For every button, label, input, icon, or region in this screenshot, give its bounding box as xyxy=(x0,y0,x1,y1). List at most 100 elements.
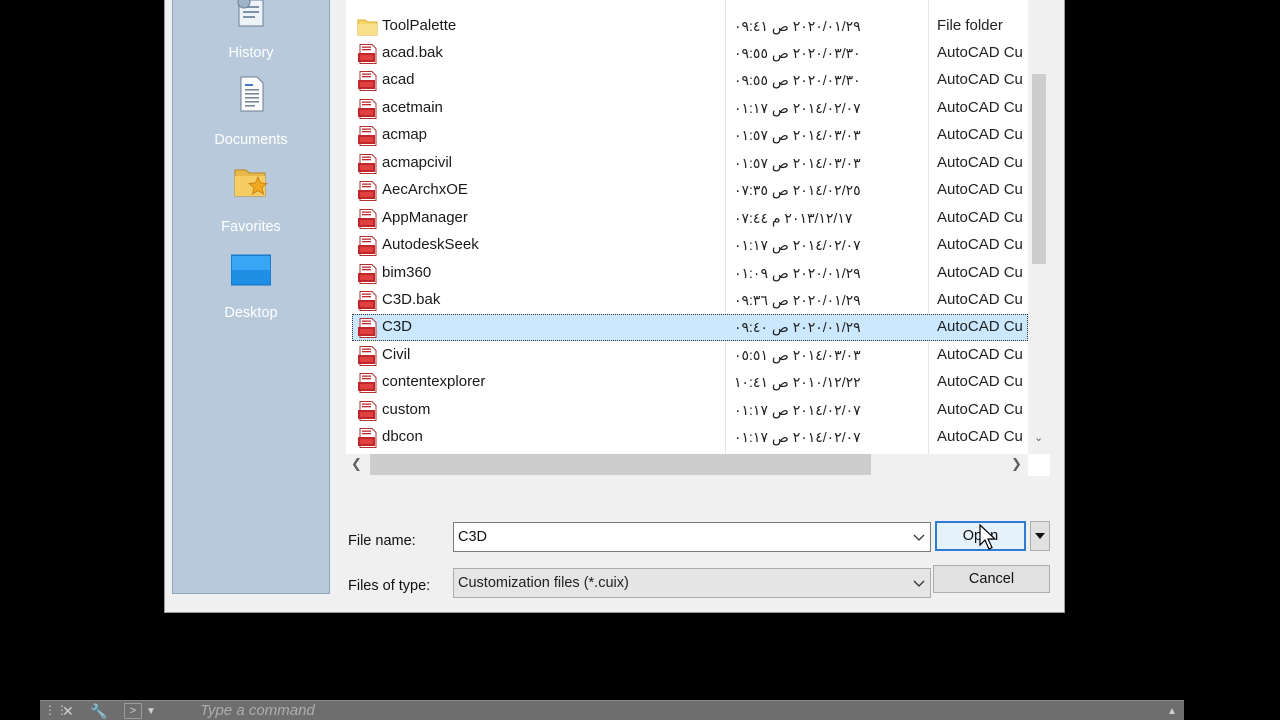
file-type: AutoCAD Cu xyxy=(937,373,1023,391)
filetype-select[interactable]: Customization files (*.cuix) xyxy=(453,568,931,598)
file-type: AutoCAD Cu xyxy=(937,345,1023,363)
file-row[interactable]: C3D ٢٠٢٠/٠١/٢٩ ص ٠٩:٤٠ AutoCAD Cu xyxy=(352,314,1028,342)
scroll-down-arrow-icon[interactable]: ⌄ xyxy=(1034,431,1046,445)
file-name: acad xyxy=(382,71,415,89)
filename-value: C3D xyxy=(458,529,488,545)
file-type: AutoCAD Cu xyxy=(937,318,1023,336)
cuix-file-icon xyxy=(358,98,377,119)
file-row[interactable]: ToolPalette ٢٠٢٠/٠١/٢٩ ص ٠٩:٤١ File folder xyxy=(352,13,1028,40)
cancel-button-label: Cancel xyxy=(968,571,1015,587)
file-name: C3D xyxy=(382,318,413,336)
cuix-file-icon xyxy=(358,291,377,311)
filename-input[interactable]: C3D xyxy=(453,522,931,552)
command-line-bar: ⋮⋮ ✕ 🔧 > ▼ Type a command ▲ xyxy=(40,700,1184,720)
file-row[interactable]: acmapcivil ٢٠١٤/٠٣/٠٣ ص ٠١:٥٧ AutoCAD Cu xyxy=(352,150,1028,177)
file-row[interactable]: AppManager ٢٠١٣/١٢/١٧ م ٠٧:٤٤ AutoCAD Cu xyxy=(352,205,1028,232)
file-name: C3D.bak xyxy=(382,291,441,308)
close-icon[interactable]: ✕ xyxy=(62,703,74,720)
file-row[interactable]: acad.bak ٢٠٢٠/٠٣/٣٠ ص ٠٩:٥٥ AutoCAD Cu xyxy=(352,40,1028,67)
place-documents-label: Documents xyxy=(214,132,288,148)
file-date-modified: ٢٠٢٠/٠١/٢٩ ص ٠٩:٤١ xyxy=(734,17,861,34)
file-name: Civil xyxy=(382,345,411,363)
file-date-modified: ٢٠١٤/٠٣/٠٣ ص ٠١:٥٧ xyxy=(734,127,861,144)
cuix-file-icon xyxy=(358,236,377,257)
cuix-file-icon xyxy=(358,153,377,174)
cuix-file-icon xyxy=(358,181,377,202)
cuix-file-icon xyxy=(358,373,377,394)
file-type: AutoCAD Cu xyxy=(937,428,1023,446)
file-date-modified: ٢٠١٤/٠٣/٠٣ ص ٠٥:٥١ xyxy=(734,346,861,363)
file-date-modified: ٢٠١٤/٠٣/٠٣ ص ٠١:٥٧ xyxy=(734,154,861,171)
file-row[interactable]: AecArchxOE ٢٠١٤/٠٢/٢٥ ص ٠٧:٣٥ AutoCAD Cu xyxy=(352,177,1028,204)
file-row[interactable]: C3D.bak ٢٠٢٠/٠١/٢٩ ص ٠٩:٣٦ AutoCAD Cu xyxy=(352,287,1028,314)
file-type: AutoCAD Cu xyxy=(937,71,1023,89)
file-name: custom xyxy=(382,400,431,418)
caret-down-icon xyxy=(1035,533,1045,539)
file-row[interactable]: AutodeskSeek ٢٠١٤/٠٢/٠٧ ص ٠١:١٧ AutoCAD Cu xyxy=(352,232,1028,259)
wrench-icon[interactable]: 🔧 xyxy=(90,703,107,720)
file-name: acad.bak xyxy=(382,43,443,61)
scroll-right-arrow-icon[interactable]: ❯ xyxy=(1011,456,1022,472)
file-row[interactable]: contentexplorer ٢٠١٠/١٢/٢٢ ص ١٠:٤١ AutoCAD… xyxy=(352,369,1028,396)
file-type: AutoCAD Cu xyxy=(937,208,1023,226)
file-name: acmapcivil xyxy=(382,153,453,171)
places-bar: History Documents Favorites Desktop xyxy=(172,0,330,594)
file-row[interactable]: custom ٢٠١٤/٠٢/٠٧ ص ٠١:١٧ AutoCAD Cu xyxy=(352,397,1028,424)
file-date-modified: ٢٠١٤/٠٢/٠٧ ص ٠١:١٧ xyxy=(734,401,861,418)
place-history[interactable]: History xyxy=(173,0,329,70)
filename-chevron-down-icon[interactable] xyxy=(910,531,928,545)
scroll-left-arrow-icon[interactable]: ❮ xyxy=(351,456,362,472)
open-options-button[interactable] xyxy=(1030,521,1050,551)
file-type: AutoCAD Cu xyxy=(937,153,1023,171)
file-row[interactable]: bim360 ٢٠٢٠/٠١/٢٩ ص ٠١:٠٩ AutoCAD Cu xyxy=(352,260,1028,287)
file-type: AutoCAD Cu xyxy=(937,236,1023,254)
file-date-modified: ٢٠١٤/٠٢/٠٧ ص ٠١:١٧ xyxy=(734,429,861,446)
file-date-modified: ٢٠١٤/٠٢/٢٥ ص ٠٧:٣٥ xyxy=(734,182,861,199)
filetype-label: Files of type: xyxy=(348,578,431,594)
vertical-scroll-thumb[interactable] xyxy=(1032,74,1046,264)
horizontal-scroll-thumb[interactable] xyxy=(370,454,871,475)
file-row[interactable]: acad ٢٠٢٠/٠٣/٣٠ ص ٠٩:٥٥ AutoCAD Cu xyxy=(352,67,1028,94)
filetype-value: Customization files (*.cuix) xyxy=(458,575,629,591)
cuix-file-icon xyxy=(358,400,377,421)
file-date-modified: ٢٠٢٠/٠١/٢٩ ص ٠٩:٤٠ xyxy=(734,319,861,336)
file-row[interactable]: Civil ٢٠١٤/٠٣/٠٣ ص ٠٥:٥١ AutoCAD Cu xyxy=(352,342,1028,369)
folder-icon xyxy=(357,19,378,35)
file-name: contentexplorer xyxy=(382,373,486,391)
cuix-file-icon xyxy=(358,345,377,366)
file-list[interactable]: ToolPalette ٢٠٢٠/٠١/٢٩ ص ٠٩:٤١ File folder… xyxy=(346,0,1050,476)
cuix-file-icon xyxy=(358,71,377,92)
file-type: File folder xyxy=(937,16,1003,34)
place-favorites[interactable]: Favorites xyxy=(173,158,329,242)
file-row[interactable]: dbcon ٢٠١٤/٠٢/٠٧ ص ٠١:١٧ AutoCAD Cu xyxy=(352,424,1028,451)
command-history-up-icon[interactable]: ▲ xyxy=(1167,706,1177,717)
desktop-icon xyxy=(231,254,271,286)
file-name: bim360 xyxy=(382,263,432,281)
file-type: AutoCAD Cu xyxy=(937,400,1023,418)
recent-commands-chevron-icon[interactable]: ▼ xyxy=(146,706,156,717)
vertical-scrollbar[interactable] xyxy=(1028,0,1050,454)
file-date-modified: ٢٠٢٠/٠٣/٣٠ ص ٠٩:٥٥ xyxy=(734,72,861,89)
file-type: AutoCAD Cu xyxy=(937,291,1023,308)
filetype-chevron-down-icon xyxy=(913,580,925,587)
file-type: AutoCAD Cu xyxy=(937,181,1023,199)
place-desktop-label: Desktop xyxy=(224,305,278,321)
file-date-modified: ٢٠٢٠/٠٣/٣٠ ص ٠٩:٥٥ xyxy=(734,44,861,61)
cuix-file-icon xyxy=(358,318,377,339)
command-prompt-icon[interactable]: > xyxy=(124,703,142,719)
place-desktop[interactable]: Desktop xyxy=(173,244,329,328)
file-date-modified: ٢٠١٤/٠٢/٠٧ ص ٠١:١٧ xyxy=(734,237,861,254)
file-date-modified: ٢٠١٣/١٢/١٧ م ٠٧:٤٤ xyxy=(734,209,853,226)
file-row[interactable]: acmap ٢٠١٤/٠٣/٠٣ ص ٠١:٥٧ AutoCAD Cu xyxy=(352,122,1028,149)
file-row[interactable]: acetmain ٢٠١٤/٠٢/٠٧ ص ٠١:١٧ AutoCAD Cu xyxy=(352,95,1028,122)
place-history-label: History xyxy=(228,45,274,61)
cuix-file-icon xyxy=(358,43,377,64)
file-name: AppManager xyxy=(382,208,468,226)
mouse-cursor-icon xyxy=(979,524,997,550)
cuix-file-icon xyxy=(358,126,377,147)
command-input[interactable]: Type a command xyxy=(200,702,315,719)
place-documents[interactable]: Documents xyxy=(173,72,329,156)
favorites-icon xyxy=(234,169,269,197)
cancel-button[interactable]: Cancel xyxy=(933,565,1050,593)
file-name: acetmain xyxy=(382,98,443,116)
